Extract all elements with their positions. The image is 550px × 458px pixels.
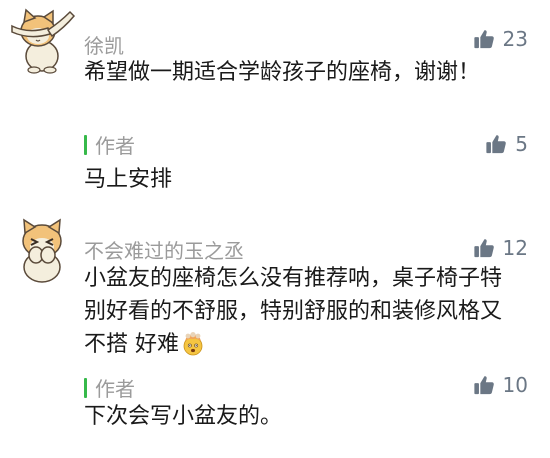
author-label: 作者 <box>95 134 135 158</box>
like-button[interactable]: 10 <box>473 373 528 397</box>
crying-cat-avatar-icon <box>22 218 62 283</box>
like-button[interactable]: 12 <box>473 236 528 260</box>
author-reply-tag: 作者 <box>84 130 135 159</box>
like-count: 5 <box>515 132 528 156</box>
comment-username[interactable]: 不会难过的玉之丞 <box>84 235 244 264</box>
dabbing-cat-avatar-icon <box>11 8 76 74</box>
thumbs-up-icon <box>473 239 494 258</box>
thumbs-up-icon <box>473 376 494 395</box>
comment-username[interactable]: 徐凯 <box>84 30 124 59</box>
author-reply-text: 下次会写小盆友的。 <box>84 404 283 429</box>
like-count: 23 <box>502 27 528 51</box>
like-button[interactable]: 23 <box>473 27 528 51</box>
user-avatar-dabbing-cat[interactable] <box>8 6 76 74</box>
like-count: 12 <box>502 236 528 260</box>
author-reply-text: 马上安排 <box>84 167 173 192</box>
author-reply-tag: 作者 <box>84 373 135 402</box>
comment-item: 徐凯 23 希望做一期适合学龄孩子的座椅，谢谢！ 作者 5 马上安排 <box>0 0 550 205</box>
user-avatar-crying-cat[interactable] <box>8 215 76 283</box>
like-button[interactable]: 5 <box>485 132 528 156</box>
like-count: 10 <box>502 373 528 397</box>
author-indicator-bar <box>84 134 87 155</box>
author-indicator-bar <box>84 377 87 398</box>
comment-text: 小盆友的座椅怎么没有推荐呐，桌子椅子特别好看的不舒服，特别舒服的和装修风格又不搭… <box>84 262 514 366</box>
comment-list: 徐凯 23 希望做一期适合学龄孩子的座椅，谢谢！ 作者 5 马上安排 不会难过的… <box>0 0 550 458</box>
comment-item: 不会难过的玉之丞 12 小盆友的座椅怎么没有推荐呐，桌子椅子特别好看的不舒服，特… <box>0 205 550 458</box>
author-label: 作者 <box>95 377 135 401</box>
comment-text-content: 小盆友的座椅怎么没有推荐呐，桌子椅子特别好看的不舒服，特别舒服的和装修风格又不搭… <box>84 266 503 357</box>
comment-text: 希望做一期适合学龄孩子的座椅，谢谢！ <box>84 60 481 85</box>
exploding-head-emoji-icon <box>181 332 205 366</box>
thumbs-up-icon <box>486 135 507 154</box>
thumbs-up-icon <box>473 30 494 49</box>
